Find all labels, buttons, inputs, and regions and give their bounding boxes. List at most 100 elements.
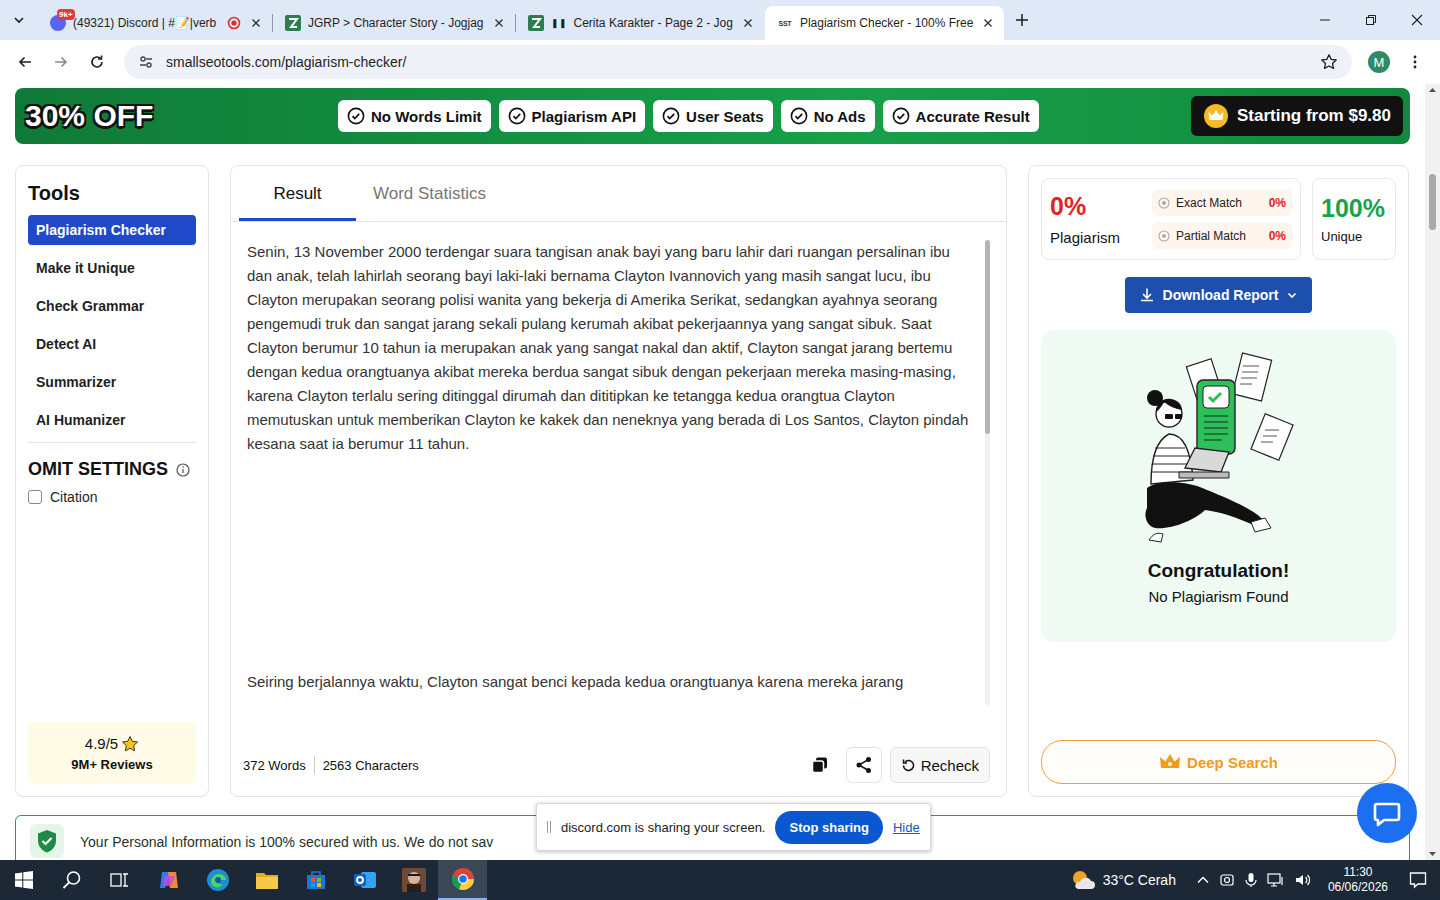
new-tab-button[interactable] — [1004, 0, 1040, 40]
notification-button[interactable] — [1396, 860, 1440, 900]
tab-list: 9k+(49321) Discord | #📝|verbJGRP > Chara… — [38, 0, 1004, 40]
unique-percent: 100% — [1321, 194, 1387, 223]
browser-tab[interactable]: SSTPlagiarism Checker - 100% Free — [765, 6, 1004, 40]
feature-pill: No Words Limit — [338, 100, 491, 132]
start-button[interactable] — [0, 860, 48, 900]
close-tab-icon[interactable] — [491, 15, 507, 31]
pricing-button[interactable]: Starting from $9.80 — [1191, 96, 1403, 136]
match-label: Exact Match — [1176, 196, 1263, 210]
info-icon[interactable] — [176, 463, 190, 477]
scroll-up-icon[interactable] — [1425, 84, 1440, 96]
sidebar-item[interactable]: AI Humanizer — [28, 405, 196, 435]
deep-search-text: Deep Search — [1187, 754, 1278, 771]
sidebar-item[interactable]: Summarizer — [28, 367, 196, 397]
clock[interactable]: 11:3006/06/2026 — [1320, 865, 1396, 895]
plagiarism-stat: 0%Plagiarism — [1050, 192, 1120, 246]
text-paragraph: Seiring berjalannya waktu, Clayton sanga… — [247, 670, 979, 694]
task-view-button[interactable] — [96, 860, 144, 900]
stop-sharing-button[interactable]: Stop sharing — [775, 811, 882, 844]
page-scroll-thumb[interactable] — [1429, 174, 1436, 230]
tab-title: (49321) Discord | #📝|verb — [73, 16, 220, 30]
sidebar-item[interactable]: Make it Unique — [28, 253, 196, 283]
share-button[interactable] — [846, 747, 882, 783]
sidebar-item[interactable]: Check Grammar — [28, 291, 196, 321]
search-button[interactable] — [48, 860, 96, 900]
taskbar-app[interactable] — [144, 860, 193, 900]
minimize-button[interactable] — [1302, 0, 1348, 40]
eye-icon — [1158, 197, 1170, 209]
match-pill[interactable]: Exact Match0% — [1152, 189, 1292, 216]
checkbox[interactable] — [28, 490, 42, 504]
sidebar-item[interactable]: Detect AI — [28, 329, 196, 359]
forward-button[interactable] — [44, 45, 78, 79]
count-separator — [314, 756, 315, 774]
text-scrollbar[interactable] — [985, 240, 990, 705]
chat-icon — [1372, 798, 1402, 828]
page-scroll-track — [1425, 96, 1440, 848]
result-tab[interactable]: Word Statistics — [356, 169, 503, 221]
volume-icon[interactable] — [1294, 872, 1312, 888]
person-with-laptop-illustration-icon — [1139, 352, 1299, 548]
network-icon[interactable] — [1267, 872, 1285, 888]
restore-button[interactable] — [1348, 0, 1394, 40]
omit-option[interactable]: Citation — [28, 489, 196, 505]
chat-button[interactable] — [1357, 783, 1417, 843]
camera-icon[interactable] — [1219, 872, 1235, 888]
rating-score: 4.9/5 — [85, 735, 139, 753]
close-tab-icon[interactable] — [740, 15, 756, 31]
pricing-text: Starting from $9.80 — [1237, 106, 1391, 126]
weather-widget[interactable]: 33°C Cerah — [1058, 869, 1188, 891]
recheck-button[interactable]: Recheck — [890, 747, 990, 783]
shield-box — [30, 824, 64, 858]
reload-button[interactable] — [80, 45, 114, 79]
promo-banner[interactable]: 30% OFFNo Words LimitPlagiarism APIUser … — [15, 88, 1410, 144]
address-bar: smallseotools.com/plagiarism-checker/M — [0, 40, 1440, 84]
deep-search-button[interactable]: Deep Search — [1041, 740, 1396, 784]
minimize-icon — [1319, 14, 1331, 26]
browser-menu-button[interactable] — [1398, 45, 1432, 79]
taskbar-app[interactable] — [340, 860, 389, 900]
jgrp-favicon-icon — [285, 15, 301, 31]
hide-link[interactable]: Hide — [893, 820, 920, 835]
omit-settings-title: OMIT SETTINGS — [28, 459, 196, 480]
result-tab[interactable]: Result — [239, 169, 356, 221]
download-icon — [1139, 287, 1155, 303]
microphone-icon[interactable] — [1244, 872, 1258, 888]
omit-settings-text: OMIT SETTINGS — [28, 459, 168, 480]
feature-text: No Ads — [814, 108, 866, 125]
tab-title: Plagiarism Checker - 100% Free — [800, 16, 973, 30]
download-report-button[interactable]: Download Report — [1125, 277, 1313, 313]
browser-tab[interactable]: 9k+(49321) Discord | #📝|verb — [38, 6, 272, 40]
chevron-up-icon[interactable] — [1196, 873, 1210, 887]
close-tab-icon[interactable] — [248, 15, 264, 31]
close-window-button[interactable] — [1394, 0, 1440, 40]
back-button[interactable] — [8, 45, 42, 79]
site-info-icon — [138, 54, 154, 70]
text-scrollbar-thumb[interactable] — [985, 240, 990, 434]
page-scrollbar[interactable] — [1425, 84, 1440, 860]
taskbar-app[interactable] — [291, 860, 340, 900]
recheck-text: Recheck — [921, 757, 979, 774]
tool-list: Plagiarism Checker Make it Unique Check Gr… — [28, 215, 196, 435]
sidebar-item[interactable]: Plagiarism Checker — [28, 215, 196, 245]
drag-grip-icon[interactable] — [547, 821, 551, 833]
tab-search-button[interactable] — [0, 0, 38, 40]
unique-label: Unique — [1321, 229, 1387, 244]
notification-icon — [1409, 871, 1427, 889]
browser-tab[interactable]: JGRP > Character Story - Jogjag — [273, 6, 515, 40]
profile-avatar[interactable]: M — [1368, 51, 1390, 73]
close-tab-icon[interactable] — [980, 15, 996, 31]
taskbar-app[interactable] — [438, 860, 487, 900]
url-field[interactable]: smallseotools.com/plagiarism-checker/ — [124, 45, 1352, 79]
bookmark-star-icon[interactable] — [1320, 53, 1338, 71]
tab-title: Cerita Karakter - Page 2 - Jog — [574, 16, 733, 30]
taskbar-app[interactable] — [193, 860, 242, 900]
taskbar-app[interactable] — [389, 860, 438, 900]
system-tray — [1188, 872, 1320, 888]
copy-button[interactable] — [802, 747, 838, 783]
scroll-down-icon[interactable] — [1425, 848, 1440, 860]
browser-tab[interactable]: ❚❚Cerita Karakter - Page 2 - Jog — [516, 6, 764, 40]
text-area[interactable]: Senin, 13 November 2000 terdengar suara … — [247, 240, 990, 705]
match-pill[interactable]: Partial Match0% — [1152, 222, 1292, 249]
taskbar-app[interactable] — [242, 860, 291, 900]
